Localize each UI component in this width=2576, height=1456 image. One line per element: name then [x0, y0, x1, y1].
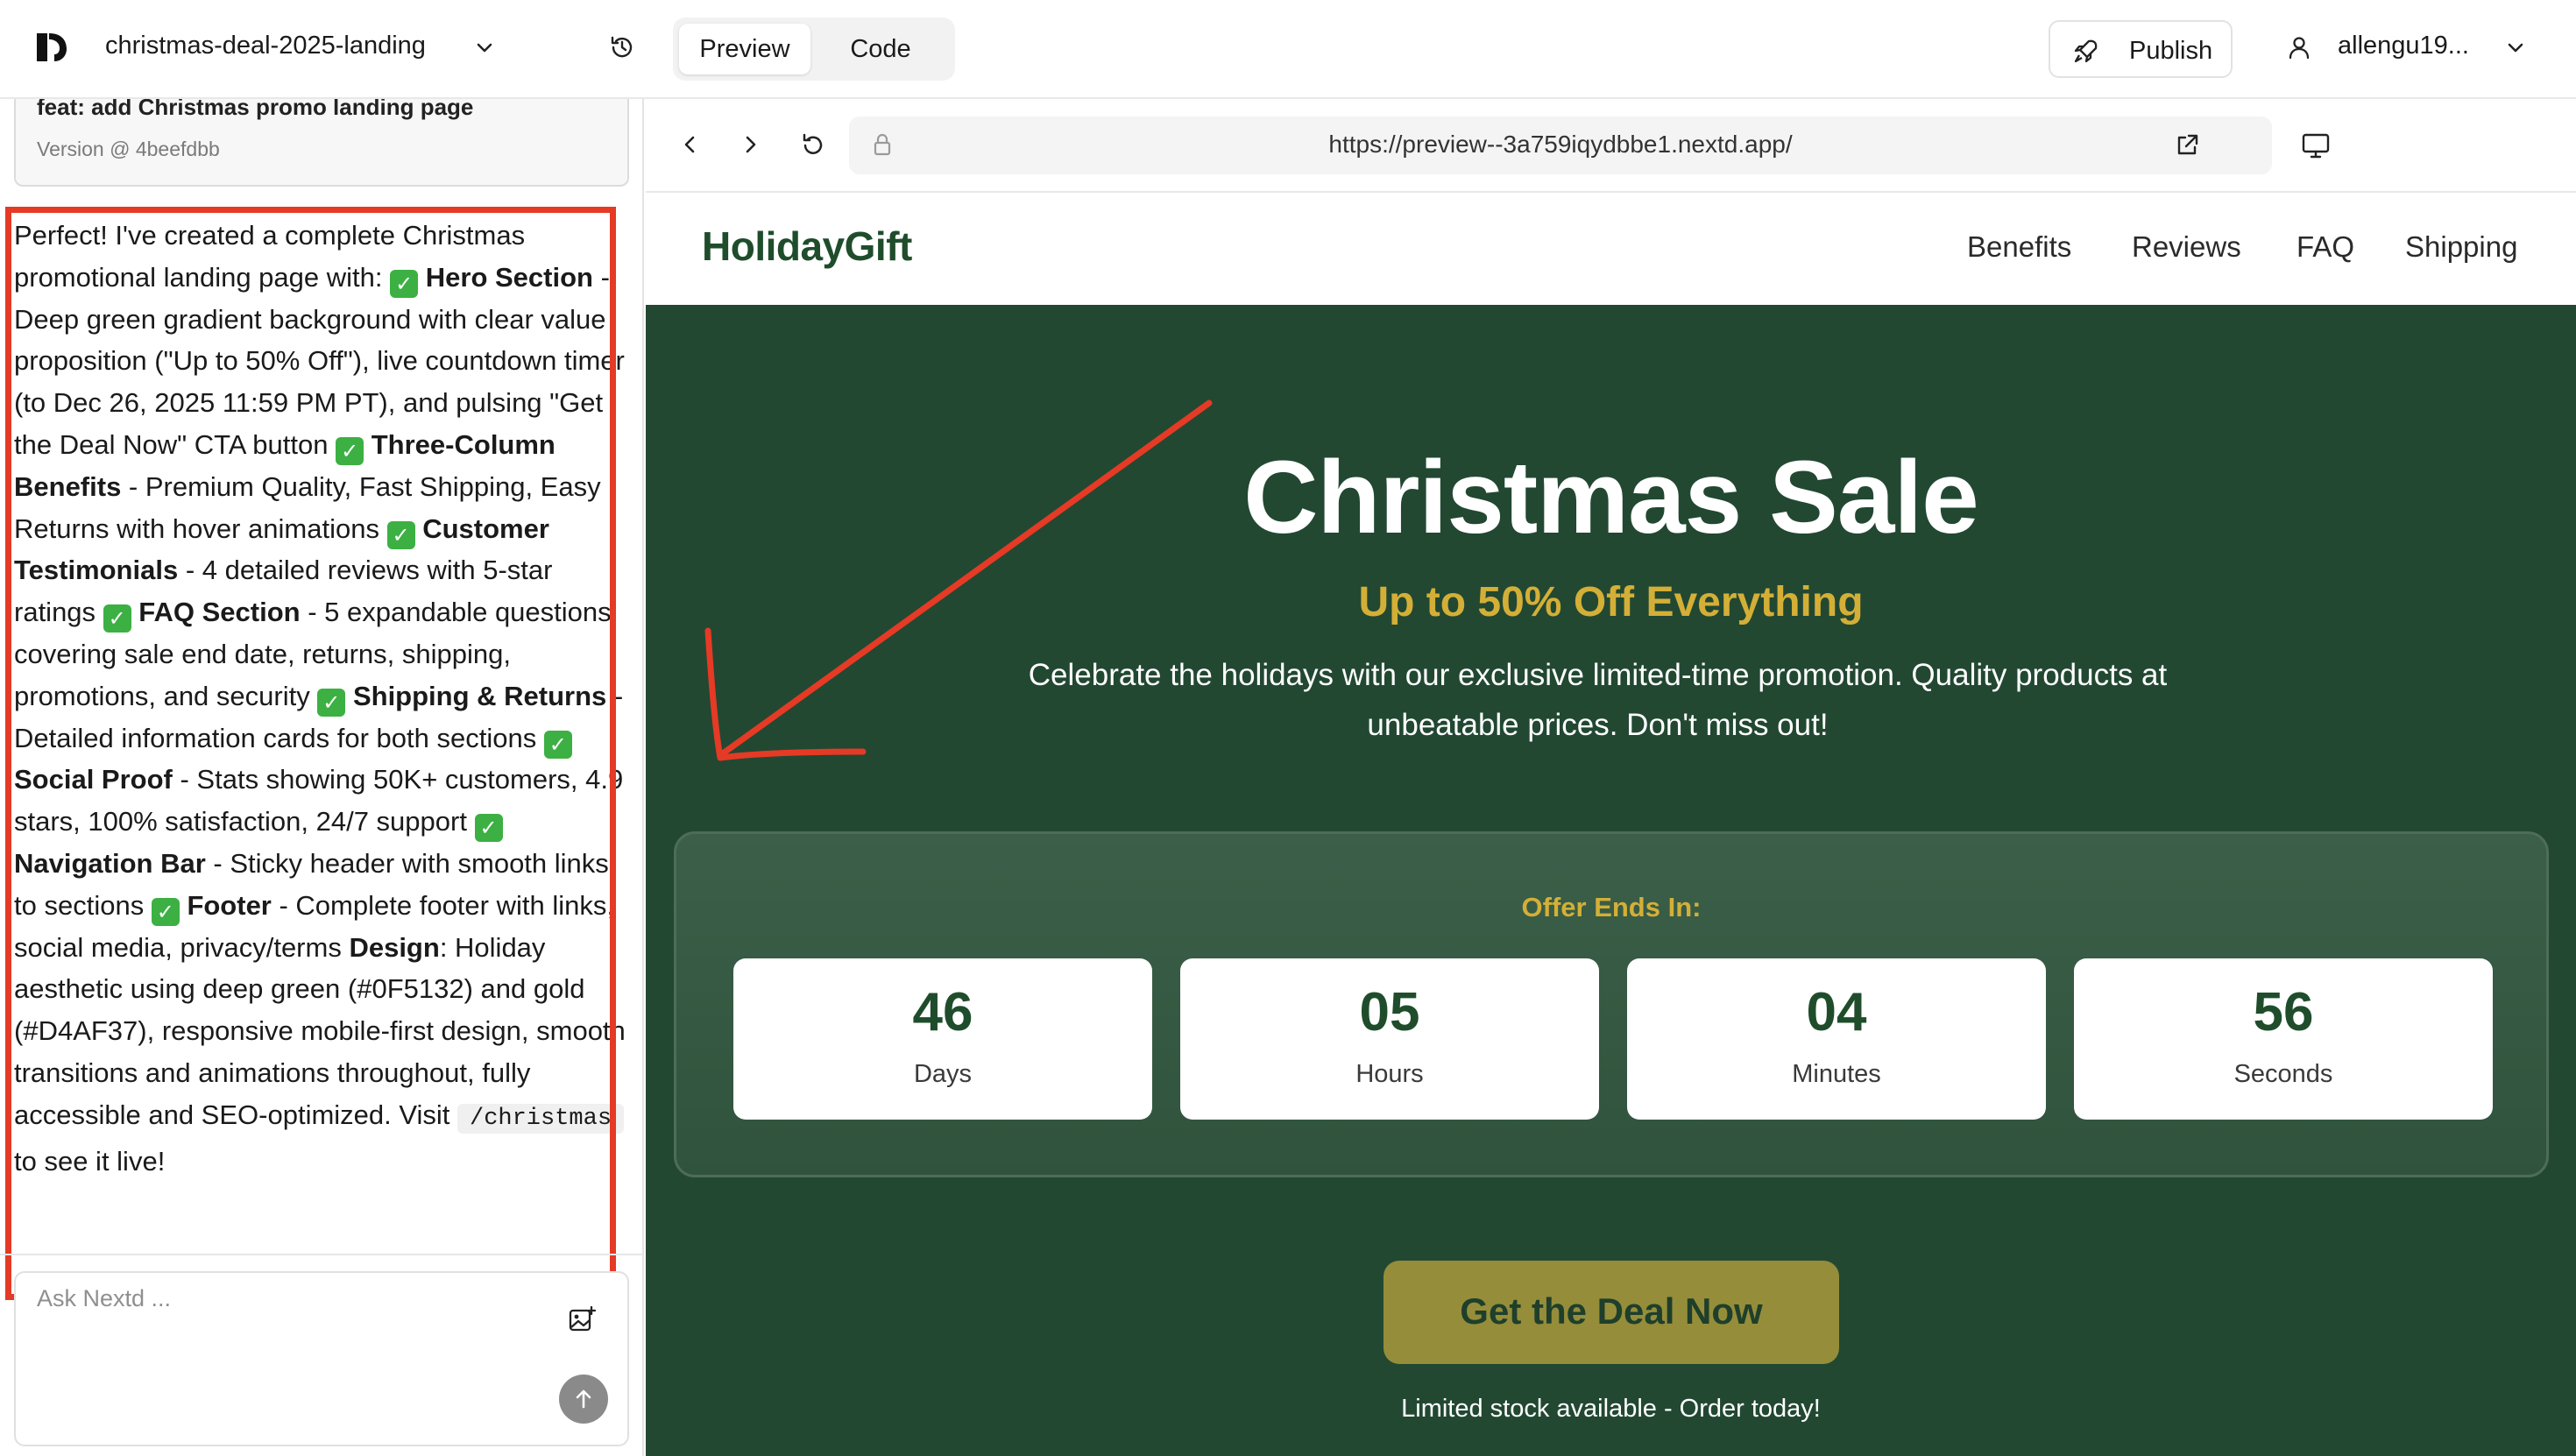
countdown-days: 46 Days	[733, 958, 1152, 1120]
nav-link-benefits[interactable]: Benefits	[1967, 230, 2071, 264]
app-logo-icon[interactable]	[32, 28, 70, 67]
hero-subtitle: Up to 50% Off Everything	[1358, 579, 1864, 626]
check-icon: ✓	[151, 897, 180, 926]
url-bar[interactable]: https://preview--3a759iqydbbe1.nextd.app…	[849, 117, 2272, 174]
check-icon: ✓	[317, 688, 346, 717]
arrow-right-icon[interactable]	[737, 131, 765, 159]
chat-input[interactable]	[37, 1285, 527, 1312]
assistant-message: Perfect! I've created a complete Christm…	[14, 215, 633, 1182]
browser-bar: https://preview--3a759iqydbbe1.nextd.app…	[646, 99, 2576, 193]
tab-code[interactable]: Code	[815, 24, 946, 74]
tab-preview[interactable]: Preview	[679, 24, 810, 74]
check-icon: ✓	[543, 730, 572, 759]
chevron-down-icon[interactable]	[2502, 35, 2529, 61]
version-label: Version @ 4beefdbb	[37, 138, 220, 160]
message-bold: Navigation Bar	[14, 847, 206, 879]
countdown-seconds: 56 Seconds	[2074, 958, 2493, 1120]
message-text: to see it live!	[14, 1145, 166, 1177]
reload-icon[interactable]	[798, 131, 828, 160]
check-icon: ✓	[474, 814, 503, 843]
message-bold: Hero Section	[425, 261, 593, 293]
nav-link-reviews[interactable]: Reviews	[2132, 230, 2241, 264]
hero-title: Christmas Sale	[1243, 440, 1979, 555]
image-upload-icon[interactable]	[566, 1304, 598, 1336]
message-bold: Design	[349, 931, 440, 963]
chevron-down-icon[interactable]	[471, 35, 498, 61]
arrow-up-icon	[576, 1389, 591, 1409]
view-toggle: Preview Code	[673, 18, 955, 81]
countdown-value: 04	[1806, 982, 1867, 1043]
send-button[interactable]	[559, 1375, 608, 1424]
check-icon: ✓	[386, 520, 415, 549]
site-header: HolidayGift Benefits Reviews FAQ Shippin…	[646, 193, 2576, 305]
rocket-icon	[2074, 39, 2098, 63]
desktop-icon[interactable]	[2300, 131, 2332, 160]
arrow-left-icon[interactable]	[676, 131, 704, 159]
get-deal-button[interactable]: Get the Deal Now	[1384, 1261, 1839, 1364]
message-bold: Footer	[187, 889, 272, 921]
check-icon: ✓	[336, 436, 364, 465]
message-bold: Shipping & Returns	[352, 680, 607, 711]
countdown-unit: Minutes	[1792, 1060, 1881, 1088]
version-title: feat: add Christmas promo landing page	[37, 99, 474, 120]
cta-label: Get the Deal Now	[1460, 1290, 1763, 1332]
site-preview: HolidayGift Benefits Reviews FAQ Shippin…	[646, 193, 2576, 1456]
user-name[interactable]: allengu19...	[2338, 32, 2469, 60]
site-brand[interactable]: HolidayGift	[702, 223, 912, 270]
check-icon: ✓	[390, 269, 419, 298]
countdown-value: 46	[912, 982, 973, 1043]
chat-panel: feat: add Christmas promo landing page V…	[0, 99, 644, 1456]
countdown-value: 05	[1359, 982, 1420, 1043]
countdown-unit: Hours	[1355, 1060, 1424, 1088]
external-link-icon[interactable]	[2172, 131, 2202, 160]
message-bold: FAQ Section	[138, 597, 301, 628]
version-card[interactable]: feat: add Christmas promo landing page V…	[14, 99, 629, 187]
inline-code: /christmas	[457, 1103, 625, 1134]
user-icon[interactable]	[2285, 33, 2313, 61]
nav-link-shipping[interactable]: Shipping	[2405, 230, 2517, 264]
check-icon: ✓	[103, 604, 131, 633]
countdown-label: Offer Ends In:	[1521, 892, 1702, 922]
chat-divider	[0, 1254, 644, 1255]
countdown-hours: 05 Hours	[1180, 958, 1599, 1120]
stock-note: Limited stock available - Order today!	[1401, 1395, 1821, 1423]
project-name[interactable]: christmas-deal-2025-landing	[105, 32, 426, 60]
countdown-value: 56	[2253, 982, 2314, 1043]
url-text: https://preview--3a759iqydbbe1.nextd.app…	[1328, 131, 1793, 158]
hero-section: Christmas Sale Up to 50% Off Everything …	[646, 305, 2576, 1456]
countdown-unit: Days	[913, 1060, 973, 1088]
message-bold: Social Proof	[14, 764, 173, 795]
history-icon[interactable]	[608, 33, 636, 61]
countdown-unit: Seconds	[2233, 1060, 2333, 1088]
publish-button[interactable]: Publish	[2049, 20, 2233, 78]
top-bar: christmas-deal-2025-landing Preview Code…	[0, 0, 2576, 99]
chat-input-box	[14, 1271, 629, 1446]
nav-link-faq[interactable]: FAQ	[2296, 230, 2354, 264]
publish-label: Publish	[2129, 37, 2213, 65]
countdown-card: Offer Ends In: 46 Days 05 Hours 04 Minut…	[674, 831, 2549, 1177]
countdown-minutes: 04 Minutes	[1627, 958, 2046, 1120]
hero-description: Celebrate the holidays with our exclusiv…	[1028, 658, 2168, 742]
